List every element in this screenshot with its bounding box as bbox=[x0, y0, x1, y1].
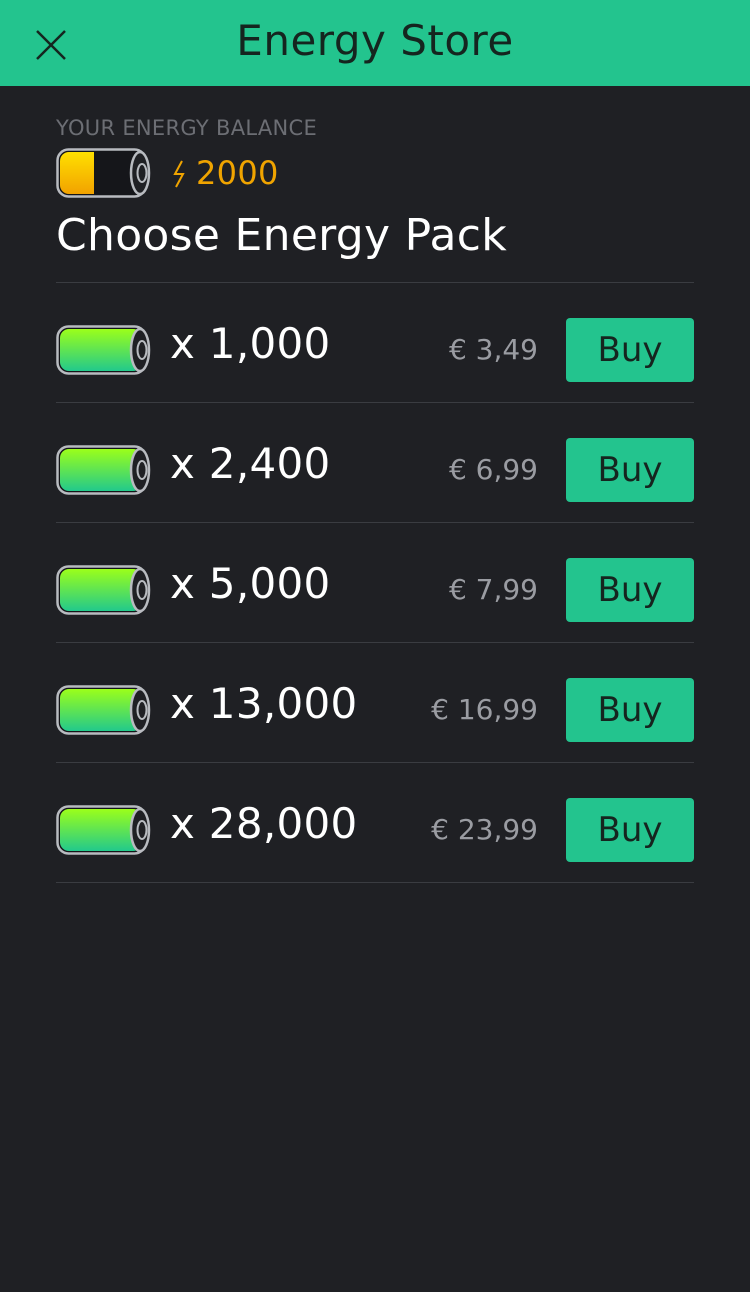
energy-balance-value: 2000 bbox=[196, 154, 279, 192]
buy-button[interactable]: Buy bbox=[566, 798, 694, 862]
app-header: Energy Store bbox=[0, 0, 750, 86]
energy-pack-list: x 1,000 € 3,49 Buy x 2,400 € 6,99 Buy x … bbox=[56, 282, 694, 883]
list-item: x 5,000 € 7,99 Buy bbox=[56, 522, 694, 642]
list-item: x 2,400 € 6,99 Buy bbox=[56, 402, 694, 522]
balance-label: YOUR ENERGY BALANCE bbox=[56, 116, 318, 140]
pack-amount: x 1,000 bbox=[170, 319, 331, 368]
list-item: x 28,000 € 23,99 Buy bbox=[56, 762, 694, 883]
pack-price: € 16,99 bbox=[431, 693, 538, 726]
pack-amount: x 28,000 bbox=[170, 799, 358, 848]
buy-button[interactable]: Buy bbox=[566, 558, 694, 622]
battery-full-icon bbox=[56, 565, 152, 615]
pack-amount: x 5,000 bbox=[170, 559, 331, 608]
pack-price: € 6,99 bbox=[448, 453, 538, 486]
list-item: x 13,000 € 16,99 Buy bbox=[56, 642, 694, 762]
buy-button[interactable]: Buy bbox=[566, 678, 694, 742]
lightning-icon bbox=[172, 160, 186, 188]
battery-full-icon bbox=[56, 805, 152, 855]
pack-price: € 7,99 bbox=[448, 573, 538, 606]
pack-price: € 23,99 bbox=[431, 813, 538, 846]
list-item: x 1,000 € 3,49 Buy bbox=[56, 282, 694, 402]
battery-full-icon bbox=[56, 445, 152, 495]
page-title: Energy Store bbox=[236, 16, 514, 65]
buy-button[interactable]: Buy bbox=[566, 438, 694, 502]
battery-full-icon bbox=[56, 325, 152, 375]
section-title: Choose Energy Pack bbox=[56, 210, 508, 261]
pack-amount: x 2,400 bbox=[170, 439, 331, 488]
battery-half-icon bbox=[56, 148, 152, 198]
pack-amount: x 13,000 bbox=[170, 679, 358, 728]
buy-button[interactable]: Buy bbox=[566, 318, 694, 382]
battery-full-icon bbox=[56, 685, 152, 735]
pack-price: € 3,49 bbox=[448, 333, 538, 366]
